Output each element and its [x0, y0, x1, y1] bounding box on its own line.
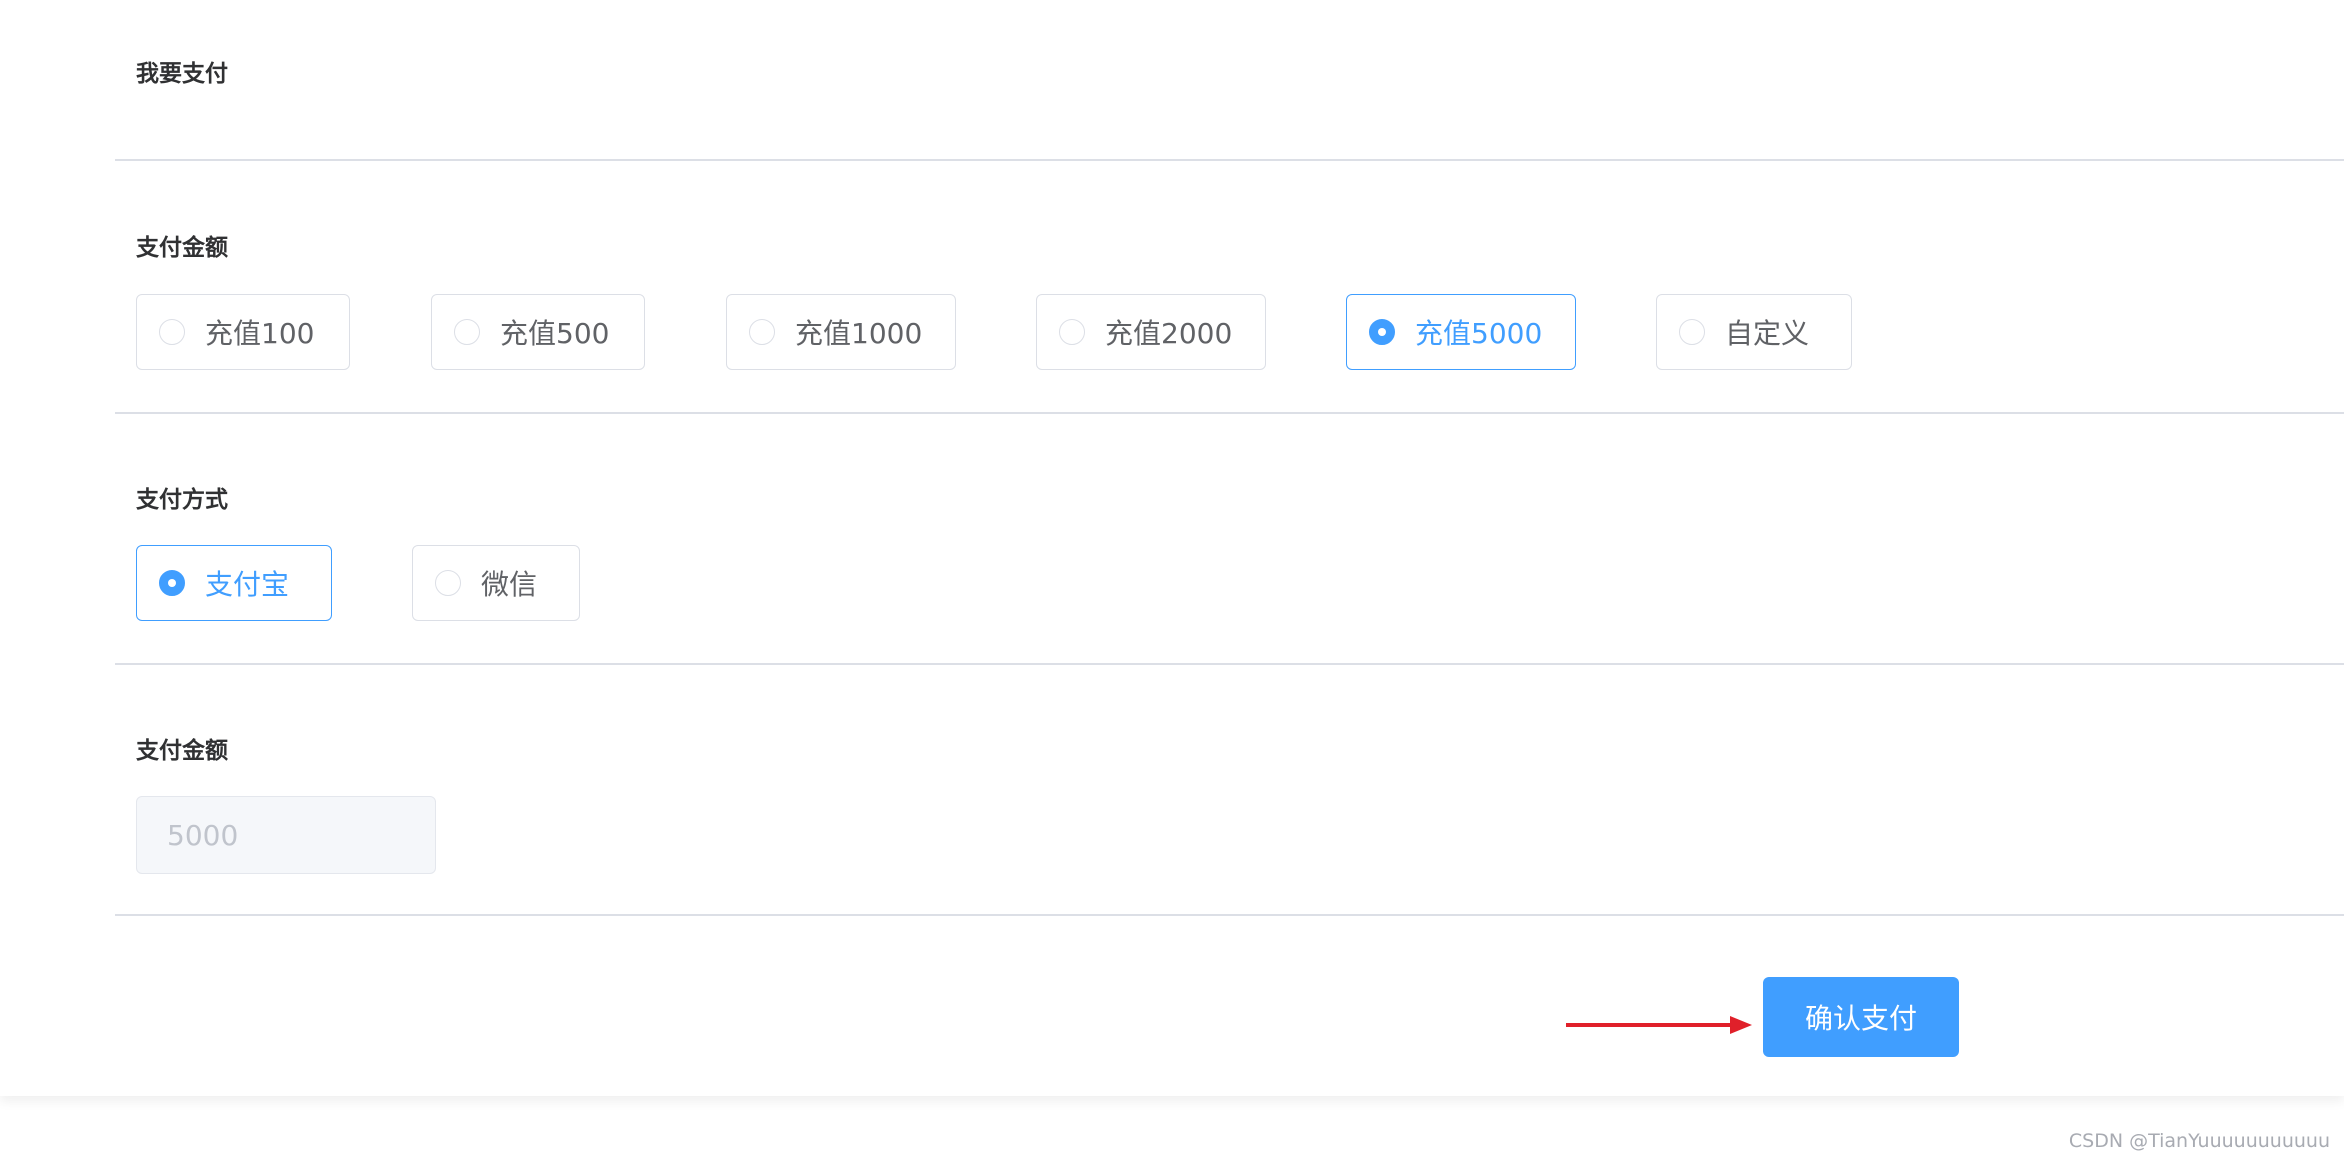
- arrow-right-icon: [1566, 1016, 1752, 1034]
- radio-label: 充值2000: [1105, 317, 1233, 350]
- divider: [115, 412, 2344, 414]
- confirm-payment-button[interactable]: 确认支付: [1763, 977, 1959, 1057]
- radio-label: 支付宝: [205, 568, 290, 601]
- radio-circle-icon: [454, 319, 480, 345]
- radio-circle-icon: [435, 570, 461, 596]
- amount-option-5000[interactable]: 充值5000: [1346, 294, 1576, 370]
- radio-label: 自定义: [1725, 317, 1810, 350]
- divider: [115, 914, 2344, 916]
- radio-circle-icon: [1679, 319, 1705, 345]
- method-section-label: 支付方式: [136, 487, 228, 513]
- amount-input: [136, 796, 436, 874]
- divider: [115, 663, 2344, 665]
- divider: [115, 159, 2344, 161]
- method-option-alipay[interactable]: 支付宝: [136, 545, 332, 621]
- payment-page: 我要支付 支付金额 充值100 充值500 充值1000 充值2000 充值50…: [0, 0, 2344, 1162]
- radio-label: 微信: [481, 568, 538, 601]
- payment-card: 我要支付 支付金额 充值100 充值500 充值1000 充值2000 充值50…: [0, 0, 2344, 1096]
- radio-label: 充值5000: [1415, 317, 1543, 350]
- amount-section-label: 支付金额: [136, 235, 228, 261]
- page-title: 我要支付: [136, 61, 228, 87]
- radio-circle-icon: [749, 319, 775, 345]
- radio-label: 充值1000: [795, 317, 923, 350]
- radio-checked-icon: [159, 570, 185, 596]
- radio-label: 充值500: [500, 317, 610, 350]
- amount-option-100[interactable]: 充值100: [136, 294, 350, 370]
- amount-option-custom[interactable]: 自定义: [1656, 294, 1852, 370]
- amount-option-2000[interactable]: 充值2000: [1036, 294, 1266, 370]
- radio-circle-icon: [1059, 319, 1085, 345]
- radio-label: 充值100: [205, 317, 315, 350]
- radio-circle-icon: [159, 319, 185, 345]
- method-option-wechat[interactable]: 微信: [412, 545, 580, 621]
- amount-option-1000[interactable]: 充值1000: [726, 294, 956, 370]
- radio-checked-icon: [1369, 319, 1395, 345]
- total-section-label: 支付金额: [136, 738, 228, 764]
- watermark: CSDN @TianYuuuuuuuuuuu: [2068, 1130, 2330, 1152]
- amount-option-500[interactable]: 充值500: [431, 294, 645, 370]
